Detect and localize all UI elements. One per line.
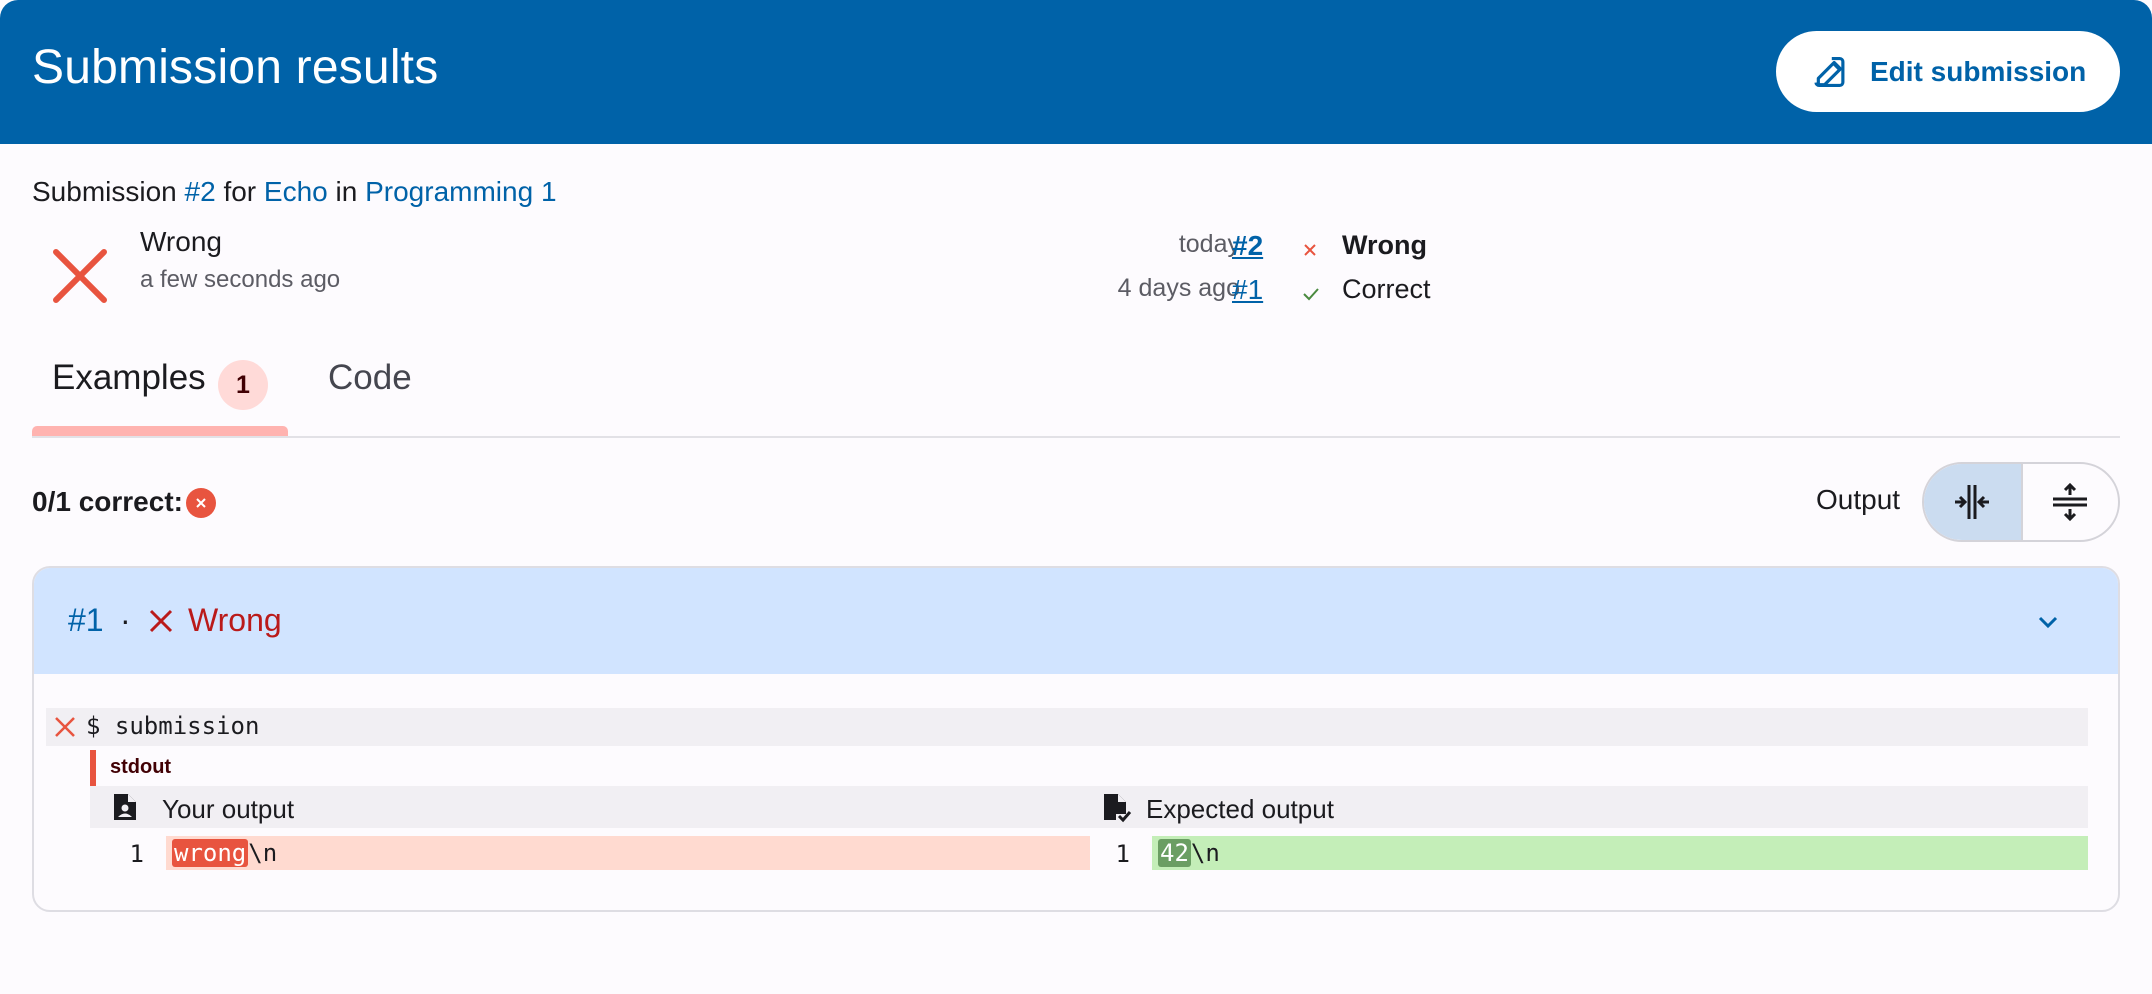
course-link[interactable]: Programming 1 bbox=[365, 176, 556, 207]
output-toggle-label: Output bbox=[1816, 484, 1901, 515]
command-row: $ submission bbox=[46, 708, 2088, 746]
output-layout-toggle bbox=[1922, 462, 2120, 542]
history-status: Wrong bbox=[1342, 230, 1427, 260]
your-output-line: 1 wrong\n bbox=[90, 834, 1090, 872]
testcase-number: #1 bbox=[68, 602, 104, 638]
file-user-icon bbox=[114, 794, 136, 820]
active-tab-indicator bbox=[32, 426, 288, 436]
correct-summary: 0/1 correct: bbox=[32, 486, 183, 517]
wrong-icon bbox=[149, 609, 173, 633]
wrong-icon bbox=[55, 717, 75, 737]
edit-submission-button[interactable]: Edit submission bbox=[1776, 31, 2120, 112]
expected-output-header: Expected output bbox=[1090, 786, 2088, 828]
channel-label: stdout bbox=[110, 756, 172, 778]
expected-output-label: Expected output bbox=[1146, 794, 1334, 824]
subline-prefix: Submission bbox=[32, 176, 177, 207]
status-timestamp: a few seconds ago bbox=[140, 266, 341, 293]
history-submission-link[interactable]: #2 bbox=[1232, 230, 1263, 262]
line-number: 1 bbox=[1115, 840, 1130, 868]
expected-output-code: 42\n bbox=[1152, 836, 2088, 870]
submission-breadcrumb: Submission #2 for Echo in Programming 1 bbox=[32, 176, 557, 208]
testcase-status: Wrong bbox=[188, 602, 282, 638]
submission-number-link[interactable]: #2 bbox=[185, 176, 216, 207]
expected-output-line: 1 42\n bbox=[1090, 834, 2088, 872]
subline-in: in bbox=[335, 176, 358, 207]
newline-escape: \n bbox=[248, 839, 278, 867]
history-submission-link[interactable]: #1 bbox=[1232, 274, 1263, 306]
removed-text: wrong bbox=[172, 839, 249, 867]
wrong-icon bbox=[1304, 244, 1316, 256]
history-status: Correct bbox=[1342, 274, 1431, 304]
examples-count-badge: 1 bbox=[218, 360, 268, 410]
your-output-label: Your output bbox=[162, 794, 295, 824]
your-output-header: Your output bbox=[90, 786, 1090, 828]
testcase-card: #1 · Wrong $ submission stdout Your outp… bbox=[32, 566, 2120, 912]
split-view-button[interactable] bbox=[1924, 464, 2021, 540]
app-header: Submission results Edit submission bbox=[0, 0, 2152, 144]
stdout-marker bbox=[90, 750, 96, 786]
added-text: 42 bbox=[1158, 839, 1191, 867]
exercise-link[interactable]: Echo bbox=[264, 176, 328, 207]
testcase-header[interactable]: #1 · Wrong bbox=[34, 568, 2118, 674]
line-number: 1 bbox=[129, 840, 144, 868]
chevron-down-icon[interactable] bbox=[2034, 608, 2062, 636]
tab-code-label: Code bbox=[328, 358, 412, 397]
tab-examples[interactable]: Examples bbox=[52, 358, 206, 398]
file-check-icon bbox=[1104, 794, 1132, 823]
wrong-badge-icon bbox=[186, 488, 216, 518]
edit-submission-label: Edit submission bbox=[1870, 55, 2087, 87]
tab-code[interactable]: Code bbox=[328, 358, 412, 398]
command-text: $ submission bbox=[86, 712, 260, 740]
tab-examples-label: Examples bbox=[52, 358, 206, 397]
split-vertical-icon bbox=[2053, 482, 2088, 522]
history-date: 4 days ago bbox=[1117, 274, 1240, 302]
testcase-separator: · bbox=[120, 602, 131, 638]
subline-for: for bbox=[223, 176, 257, 207]
your-output-code: wrong\n bbox=[166, 836, 1090, 870]
wrong-status-icon bbox=[53, 249, 107, 303]
page-title: Submission results bbox=[32, 41, 439, 94]
result-tabs: Examples 1 Code bbox=[32, 340, 2120, 438]
check-icon bbox=[1303, 288, 1319, 301]
newline-escape: \n bbox=[1190, 839, 1220, 867]
history-date: today bbox=[1178, 230, 1240, 258]
unified-view-button[interactable] bbox=[2020, 464, 2118, 540]
status-title: Wrong bbox=[140, 226, 222, 257]
split-horizontal-icon bbox=[1955, 485, 1990, 519]
edit-icon bbox=[1814, 56, 1845, 87]
